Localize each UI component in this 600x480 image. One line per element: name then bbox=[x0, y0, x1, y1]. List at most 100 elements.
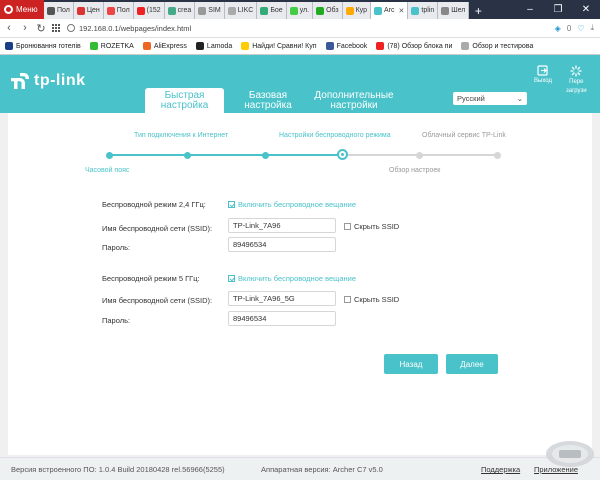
browser-tab[interactable]: Кур bbox=[342, 2, 372, 19]
tp-link-logo: tp-link bbox=[8, 70, 86, 92]
wireless-24-ssid-label: Имя беспроводной сети (SSID): bbox=[102, 224, 213, 233]
browser-tab[interactable]: crea bbox=[164, 2, 196, 19]
bookmark-item[interactable]: Обзор и тестирова bbox=[461, 42, 533, 50]
checkbox-label: Включить беспроводное вещание bbox=[238, 200, 357, 209]
tab-title: LIKC bbox=[237, 7, 254, 14]
tab-favicon-icon bbox=[227, 6, 236, 15]
tab-favicon-icon bbox=[345, 6, 354, 15]
router-header: tp-link Быстрая настройка Базовая настройк… bbox=[0, 55, 600, 113]
tab-title: SIM bbox=[208, 7, 221, 14]
wireless-5-password-input[interactable]: 89496534 bbox=[228, 311, 336, 326]
new-tab-button[interactable]: + bbox=[469, 2, 487, 19]
step-dot bbox=[184, 151, 191, 159]
checkbox-label: Скрыть SSID bbox=[354, 295, 400, 304]
close-tab-icon[interactable]: ✕ bbox=[399, 7, 405, 15]
browser-tab[interactable]: LIKC bbox=[224, 2, 258, 19]
browser-tab[interactable]: (152 bbox=[133, 2, 165, 19]
speed-dial-icon[interactable] bbox=[52, 23, 61, 33]
support-link[interactable]: Поддержка bbox=[481, 465, 520, 474]
checkbox-unchecked-icon bbox=[344, 223, 351, 230]
bookmark-item[interactable]: AliExpress bbox=[142, 42, 187, 50]
tab-title: Arc bbox=[384, 7, 395, 14]
bookmark-item[interactable]: ROZETKA bbox=[89, 42, 134, 50]
browser-menu-button[interactable]: Меню bbox=[0, 0, 44, 19]
reboot-label: Пере bbox=[569, 79, 584, 85]
bookmark-item[interactable]: Facebook bbox=[325, 42, 367, 50]
tab-quick-setup[interactable]: Быстрая настройка bbox=[145, 88, 224, 113]
browser-tab[interactable]: Бое bbox=[257, 2, 287, 19]
url-field[interactable]: 192.168.0.1/webpages/index.html bbox=[67, 24, 549, 33]
bookmark-item[interactable]: Бронювання готелів bbox=[5, 42, 81, 50]
bookmark-favicon-icon bbox=[89, 42, 98, 50]
tab-label: настройка bbox=[160, 99, 209, 111]
shield-icon[interactable]: ◈ bbox=[555, 24, 561, 33]
browser-tab[interactable]: Обз bbox=[313, 2, 343, 19]
browser-tab[interactable]: Пол bbox=[44, 2, 74, 19]
bookmark-item[interactable]: Найди! Сравни! Куп bbox=[241, 42, 317, 50]
wireless-24-hide-ssid-checkbox[interactable]: Скрыть SSID bbox=[344, 222, 399, 231]
checkbox-checked-icon bbox=[228, 201, 235, 208]
hardware-version: Аппаратная версия: Archer C7 v5.0 bbox=[261, 465, 383, 474]
browser-tab[interactable]: tplin bbox=[408, 2, 439, 19]
wireless-24-password-input[interactable]: 89496534 bbox=[228, 237, 336, 252]
language-select[interactable]: Русский ⌄ bbox=[453, 92, 527, 105]
browser-tab[interactable]: Arc ✕ bbox=[371, 2, 409, 19]
bookmark-label: (78) Обзор блока пи bbox=[387, 42, 453, 50]
quick-setup-panel bbox=[8, 113, 592, 455]
router-footer: Версия встроенного ПО: 1.0.4 Build 20180… bbox=[0, 457, 600, 480]
back-button[interactable]: Назад bbox=[384, 354, 438, 374]
step-label-wireless: Настройки беспроводного режима bbox=[279, 132, 391, 139]
minimize-icon[interactable]: – bbox=[516, 0, 544, 19]
watermark-logo-icon bbox=[546, 441, 594, 467]
logout-icon bbox=[537, 65, 549, 76]
reboot-button[interactable]: Пере загрузи bbox=[566, 65, 587, 95]
checkbox-unchecked-icon bbox=[344, 296, 351, 303]
browser-tab[interactable]: ул. bbox=[286, 2, 314, 19]
wireless-24-ssid-input[interactable]: TP-Link_7A96 bbox=[228, 218, 336, 233]
download-icon[interactable]: ⤓ bbox=[590, 23, 594, 33]
menu-label: Меню bbox=[16, 5, 38, 14]
bookmark-favicon-icon bbox=[376, 42, 385, 50]
bookmark-item[interactable]: Lamoda bbox=[195, 42, 232, 50]
wireless-5-enable-checkbox[interactable]: Включить беспроводное вещание bbox=[228, 274, 356, 283]
reload-icon[interactable]: ↻ bbox=[36, 22, 46, 35]
bookmark-favicon-icon bbox=[195, 42, 204, 50]
forward-nav-icon[interactable]: › bbox=[20, 22, 30, 34]
reboot-icon bbox=[570, 65, 582, 77]
tab-list: Пол Цен Пол (152 crea SIM LIKC Бое ул. Обз Кур Arc ✕… bbox=[44, 2, 470, 19]
tab-basic[interactable]: Базовая настройка bbox=[234, 88, 302, 113]
close-window-icon[interactable]: ✕ bbox=[572, 0, 600, 19]
maximize-icon[interactable]: ❐ bbox=[544, 0, 572, 19]
bookmark-favicon-icon bbox=[461, 42, 470, 50]
next-button[interactable]: Далее bbox=[446, 354, 498, 374]
tab-title: Пол bbox=[116, 7, 130, 14]
logout-label: Выход bbox=[534, 78, 552, 84]
tab-favicon-icon bbox=[260, 6, 269, 15]
tab-favicon-icon bbox=[47, 6, 55, 15]
tab-label: настройки bbox=[330, 99, 378, 111]
browser-tab[interactable]: Цен bbox=[73, 2, 104, 19]
tab-title: crea bbox=[177, 7, 192, 14]
browser-tab[interactable]: SIM bbox=[195, 2, 225, 19]
tab-favicon-icon bbox=[106, 6, 115, 15]
wireless-5-password-label: Пароль: bbox=[102, 316, 131, 325]
heart-icon[interactable]: ♡ bbox=[577, 24, 584, 33]
wireless-5-ssid-input[interactable]: TP-Link_7A96_5G bbox=[228, 291, 336, 306]
browser-tab[interactable]: Пол bbox=[103, 2, 134, 19]
bookmarks-bar: Бронювання готелів ROZETKA AliExpress Lamod… bbox=[0, 38, 600, 55]
checkbox-label: Скрыть SSID bbox=[354, 222, 400, 231]
wireless-24-enable-checkbox[interactable]: Включить беспроводное вещание bbox=[228, 200, 356, 209]
browser-tab[interactable]: Шел bbox=[438, 2, 470, 19]
tp-link-logo-icon bbox=[11, 73, 29, 89]
bookmark-favicon-icon bbox=[325, 42, 334, 50]
step-dot bbox=[416, 151, 423, 159]
bookmark-label: Бронювання готелів bbox=[16, 42, 81, 50]
bookmark-label: Обзор и тестирова bbox=[472, 42, 534, 50]
bookmark-item[interactable]: (78) Обзор блока пи bbox=[376, 42, 452, 50]
tab-title: Цен bbox=[86, 7, 100, 14]
wireless-5-hide-ssid-checkbox[interactable]: Скрыть SSID bbox=[344, 295, 399, 304]
tab-advanced[interactable]: Дополнительные настройки bbox=[306, 88, 402, 113]
step-label-connection-type: Тип подключения к Интернет bbox=[134, 132, 229, 139]
logout-button[interactable]: Выход bbox=[534, 65, 552, 85]
back-nav-icon[interactable]: ‹ bbox=[4, 22, 14, 34]
